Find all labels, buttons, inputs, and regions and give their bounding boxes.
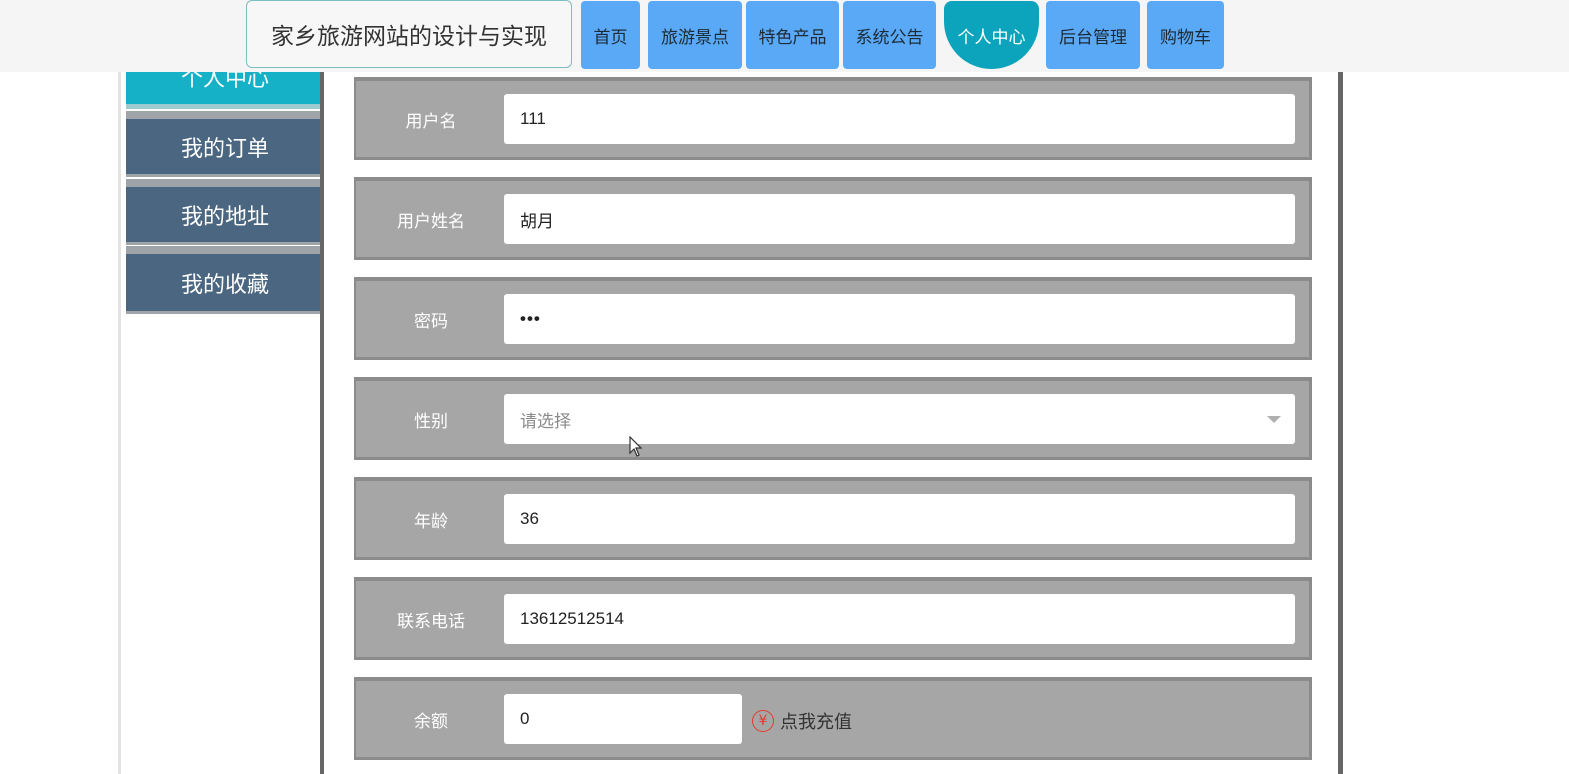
nav-shopping-cart[interactable]: 购物车 [1147,1,1224,69]
form-row-username: 用户名 111 [354,77,1312,160]
phone-label: 联系电话 [397,611,465,632]
form-row-gender: 性别 请选择 [354,377,1312,460]
form-row-password: 密码 ••• [354,277,1312,360]
recharge-button[interactable]: ¥ 点我充值 [752,706,852,736]
form-row-realname: 用户姓名 胡月 [354,177,1312,260]
yen-icon: ¥ [752,710,774,732]
realname-input[interactable]: 胡月 [504,194,1295,244]
form-row-balance: 余额 0 ¥ 点我充值 [354,677,1312,760]
balance-label: 余额 [414,711,448,732]
mouse-pointer-icon [629,436,643,457]
age-input[interactable]: 36 [504,494,1295,544]
username-input[interactable]: 111 [504,94,1295,144]
nav-personal-center[interactable]: 个人中心 [944,1,1039,69]
gender-label: 性别 [414,411,448,432]
nav-admin[interactable]: 后台管理 [1046,1,1140,69]
age-label: 年龄 [414,511,448,532]
form-row-age: 年龄 36 [354,477,1312,560]
realname-label: 用户姓名 [397,211,465,232]
content-border-left [320,72,324,774]
sidebar-item-my-address[interactable]: 我的地址 [126,179,324,245]
recharge-label: 点我充值 [780,712,852,733]
gender-select-placeholder: 请选择 [520,411,571,431]
form-row-phone: 联系电话 13612512514 [354,577,1312,660]
username-label: 用户名 [405,111,457,132]
nav-announcements[interactable]: 系统公告 [843,1,936,69]
content-border-right [1338,72,1343,774]
site-title[interactable]: 家乡旅游网站的设计与实现 [246,0,572,68]
balance-input[interactable]: 0 [504,694,742,744]
nav-specialty-products[interactable]: 特色产品 [746,1,839,69]
sidebar-item-my-favorites[interactable]: 我的收藏 [126,246,324,314]
nav-attractions[interactable]: 旅游景点 [648,1,742,69]
chevron-down-icon [1267,416,1281,423]
phone-input[interactable]: 13612512514 [504,594,1295,644]
password-input[interactable]: ••• [504,294,1295,344]
sidebar-item-my-orders[interactable]: 我的订单 [126,111,324,177]
top-navigation: 家乡旅游网站的设计与实现 首页 旅游景点 特色产品 系统公告 个人中心 后台管理… [0,0,1569,72]
sidebar: 个人中心 我的订单 我的地址 我的收藏 [118,50,324,774]
password-label: 密码 [414,311,448,332]
gender-select[interactable]: 请选择 [504,394,1295,444]
nav-home[interactable]: 首页 [581,1,640,69]
